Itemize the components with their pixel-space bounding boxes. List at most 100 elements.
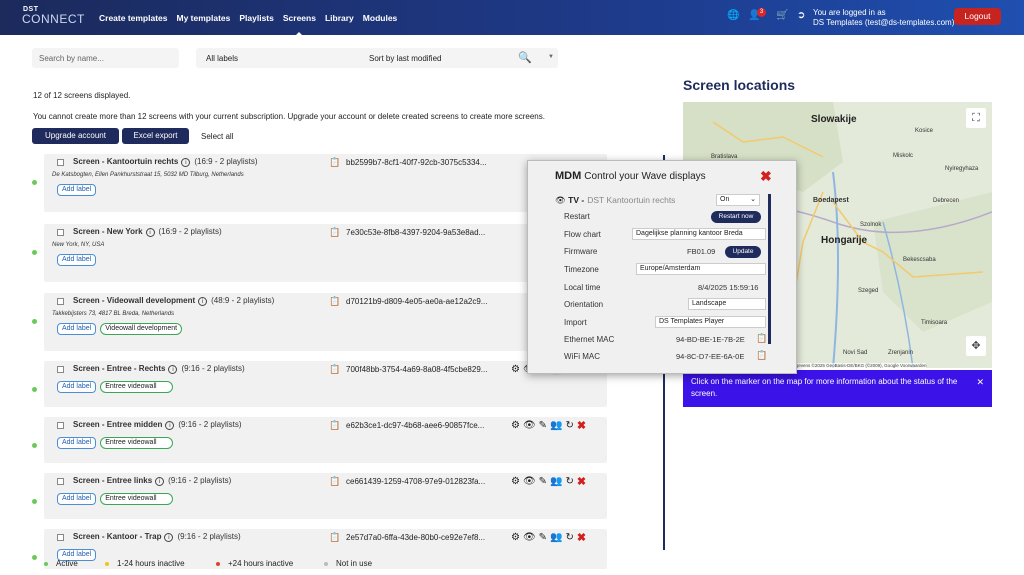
map-label-hongarije: Hongarije <box>821 235 868 246</box>
orientation-select[interactable]: Landscape <box>688 298 766 310</box>
info-icon[interactable]: i <box>165 421 175 430</box>
sort-select[interactable]: Sort by last modified <box>369 54 441 63</box>
pencil-icon[interactable]: ✎ <box>539 532 547 543</box>
select-checkbox[interactable] <box>57 298 64 305</box>
screen-name[interactable]: Screen - Videowall development i (48:9 - 2… <box>73 296 274 306</box>
search-input[interactable]: Search by name... <box>32 48 179 68</box>
select-checkbox[interactable] <box>57 159 64 166</box>
screen-name[interactable]: Screen - Entree - Rechts i (9:16 - 2 playl… <box>73 364 245 374</box>
settings-icon[interactable]: ⚙ <box>511 420 520 431</box>
add-label-button[interactable]: Add label <box>57 254 97 266</box>
users-icon[interactable]: 👥 <box>550 532 562 543</box>
flow-chart-select[interactable]: Dagelijkse planning kantoor Breda <box>632 228 766 240</box>
screen-uuid: 2e57d7a0-6ffa-43de-80b0-ce92e7ef8... <box>346 533 486 542</box>
clipboard-icon[interactable]: 📋 <box>329 476 340 487</box>
refresh-icon[interactable]: ↻ <box>566 532 574 543</box>
screen-name[interactable]: Screen - Kantoor - Trap i (9:16 - 2 playli… <box>73 532 241 542</box>
screen-name[interactable]: Screen - Entree midden i (9:16 - 2 playlis… <box>73 420 242 430</box>
search-icon[interactable]: 🔍 <box>518 51 532 64</box>
clipboard-icon[interactable]: 📋 <box>329 532 340 543</box>
delete-icon[interactable]: ✖ <box>577 475 586 488</box>
nav-library[interactable]: Library <box>325 13 354 23</box>
logout-button[interactable]: Logout <box>954 8 1001 25</box>
labels-filter[interactable]: All labels <box>206 54 238 63</box>
clipboard-icon[interactable]: 📋 <box>329 296 340 307</box>
delete-icon[interactable]: ✖ <box>577 531 586 544</box>
chevron-down-icon[interactable]: ▼ <box>548 54 554 60</box>
fullscreen-icon[interactable]: ⛶ <box>966 108 986 128</box>
select-checkbox[interactable] <box>57 422 64 429</box>
import-label: Import <box>564 318 587 327</box>
info-icon[interactable]: i <box>198 297 208 306</box>
status-dot-icon <box>32 499 37 504</box>
map-label-nyiregyhaza: Nyiregyhaza <box>945 166 979 172</box>
pan-control-icon[interactable]: ✥ <box>966 336 986 356</box>
clipboard-icon[interactable]: 📋 <box>329 157 340 168</box>
add-label-button[interactable]: Add label <box>57 493 97 505</box>
nav-playlists[interactable]: Playlists <box>239 13 274 23</box>
delete-icon[interactable]: ✖ <box>577 419 586 432</box>
clipboard-icon[interactable]: 📋 <box>329 420 340 431</box>
info-icon[interactable]: i <box>181 158 191 167</box>
users-icon[interactable]: 👥 <box>550 476 562 487</box>
eye-icon[interactable]: 👁 <box>523 532 536 543</box>
info-icon[interactable]: i <box>145 228 155 237</box>
select-checkbox[interactable] <box>57 534 64 541</box>
clipboard-icon[interactable]: 📋 <box>329 364 340 375</box>
screen-name[interactable]: Screen - Entree links i (9:16 - 2 playlist… <box>73 476 231 486</box>
add-label-button[interactable]: Add label <box>57 323 97 335</box>
settings-icon[interactable]: ⚙ <box>511 476 520 487</box>
screen-locations-title: Screen locations <box>683 77 796 93</box>
info-icon[interactable]: i <box>155 477 165 486</box>
import-select[interactable]: DS Templates Player <box>655 316 766 328</box>
screen-label-tag[interactable]: Entree videowall <box>100 381 174 393</box>
add-label-button[interactable]: Add label <box>57 381 97 393</box>
select-checkbox[interactable] <box>57 229 64 236</box>
settings-icon[interactable]: ⚙ <box>511 532 520 543</box>
users-icon[interactable]: 👥 <box>550 420 562 431</box>
screen-actions: ⚙👁✎👥 ↻✖ <box>511 475 586 488</box>
map-attribution[interactable]: Kaartgegevens ©2025 GeoBasis-DE/BKG (©20… <box>780 363 927 368</box>
select-all-link[interactable]: Select all <box>201 132 233 141</box>
upgrade-account-button[interactable]: Upgrade account <box>32 128 119 144</box>
cart-icon[interactable]: 🛒 <box>776 10 788 21</box>
clipboard-icon[interactable]: 📋 <box>756 333 767 344</box>
add-label-button[interactable]: Add label <box>57 437 97 449</box>
screen-name[interactable]: Screen - Kantoortuin rechts i (16:9 - 2 pl… <box>73 157 258 167</box>
nav-modules[interactable]: Modules <box>363 13 397 23</box>
select-checkbox[interactable] <box>57 366 64 373</box>
globe-icon[interactable]: 🌐 <box>727 10 739 21</box>
firmware-update-button[interactable]: Update <box>725 246 761 258</box>
settings-icon[interactable]: ⚙ <box>511 364 520 375</box>
power-select[interactable]: On ⌄ <box>716 194 760 206</box>
screen-label-tag[interactable]: Entree videowall <box>100 437 174 449</box>
timezone-select[interactable]: Europe/Amsterdam <box>636 263 766 275</box>
screen-address: New York, NY, USA <box>52 242 105 248</box>
nav-screens[interactable]: Screens <box>283 13 316 38</box>
info-icon[interactable]: i <box>168 365 178 374</box>
screen-label-tag[interactable]: Entree videowall <box>100 493 174 505</box>
dialog-scrollbar[interactable] <box>768 194 771 344</box>
excel-export-button[interactable]: Excel export <box>122 128 189 144</box>
nav-my-templates[interactable]: My templates <box>177 13 231 23</box>
screen-label-tag[interactable]: Videowall development <box>100 323 183 335</box>
eye-icon[interactable]: 👁 <box>523 420 536 431</box>
sign-out-icon[interactable]: ➲ <box>797 10 805 21</box>
eye-icon[interactable]: 👁 <box>555 195 566 205</box>
nav-create-templates[interactable]: Create templates <box>99 13 168 23</box>
eye-icon[interactable]: 👁 <box>523 476 536 487</box>
pencil-icon[interactable]: ✎ <box>539 420 547 431</box>
clipboard-icon[interactable]: 📋 <box>756 350 767 361</box>
close-icon[interactable]: ✕ <box>976 376 984 388</box>
screen-name[interactable]: Screen - New York i (16:9 - 2 playlists) <box>73 227 222 237</box>
close-icon[interactable]: ✖ <box>760 168 772 185</box>
info-icon[interactable]: i <box>164 533 174 542</box>
dst-connect-logo[interactable]: DST CONNECT <box>22 6 85 25</box>
refresh-icon[interactable]: ↻ <box>566 476 574 487</box>
pencil-icon[interactable]: ✎ <box>539 476 547 487</box>
refresh-icon[interactable]: ↻ <box>566 420 574 431</box>
select-checkbox[interactable] <box>57 478 64 485</box>
restart-now-button[interactable]: Restart now <box>711 211 761 223</box>
add-label-button[interactable]: Add label <box>57 184 97 196</box>
clipboard-icon[interactable]: 📋 <box>329 227 340 238</box>
